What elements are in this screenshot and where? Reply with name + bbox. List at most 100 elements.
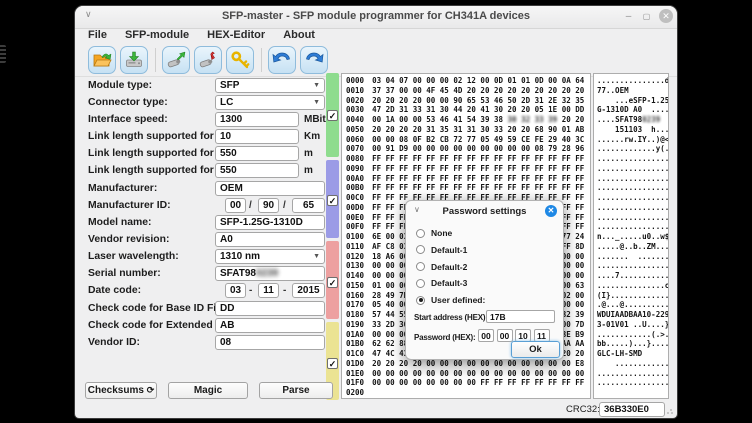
ascii-row-01D0[interactable]: ............ [597, 359, 668, 369]
ascii-row-01E0[interactable]: ................ [597, 369, 668, 379]
input-7-0[interactable]: 00 [225, 198, 246, 213]
hex-row-0200[interactable]: 0200 [346, 388, 590, 398]
ascii-row-0040[interactable]: ....SFAT980239 [597, 115, 668, 125]
ascii-row-0120[interactable]: ....... ....... [597, 252, 668, 262]
hex-row-0020[interactable]: 002020 20 20 20 00 00 90 65 53 46 50 2D … [346, 96, 590, 106]
input-6[interactable]: OEM [215, 181, 325, 196]
redo-button[interactable] [300, 46, 328, 74]
ascii-row-00D0[interactable]: ................ [597, 203, 668, 213]
hex-row-0040[interactable]: 004000 1A 00 00 53 46 41 54 39 38 30 32 … [346, 115, 590, 125]
input-4[interactable]: 550 [215, 146, 299, 161]
ascii-grid[interactable]: ...............d77..OEM ...eSFP-1.25G-13… [593, 73, 669, 399]
input-11[interactable]: SFAT980239 [215, 266, 325, 281]
hex-row-0010[interactable]: 001037 37 00 00 4F 45 4D 20 20 20 20 20 … [346, 86, 590, 96]
radio-user-defined-[interactable]: User defined: [416, 294, 485, 306]
input-9[interactable]: A0 [215, 232, 325, 247]
ascii-row-01F0[interactable]: ................ [597, 378, 668, 388]
hex-row-00A0[interactable]: 00A0FF FF FF FF FF FF FF FF FF FF FF FF … [346, 174, 590, 184]
ascii-row-0200[interactable] [597, 388, 668, 398]
region-checkbox-2[interactable]: ✓ [327, 277, 338, 288]
radio-circle[interactable] [416, 229, 425, 238]
hex-row-0050[interactable]: 005020 20 20 20 31 35 31 31 30 33 20 20 … [346, 125, 590, 135]
menu-hex-editor[interactable]: HEX-Editor [200, 28, 272, 44]
radio-circle[interactable] [416, 296, 425, 305]
menu-sfp-module[interactable]: SFP-module [118, 28, 196, 44]
save-file-button[interactable] [120, 46, 148, 74]
dropdown-0[interactable]: SFP▼ [215, 78, 325, 93]
hex-row-0030[interactable]: 003047 2D 31 33 31 30 44 20 41 30 20 20 … [346, 105, 590, 115]
ascii-row-00B0[interactable]: ................ [597, 183, 668, 193]
input-3[interactable]: 10 [215, 129, 299, 144]
radio-default-3[interactable]: Default-3 [416, 277, 467, 289]
ascii-row-0140[interactable]: ....7........... [597, 271, 668, 281]
input-15[interactable]: 08 [215, 335, 325, 350]
ascii-row-00A0[interactable]: ................ [597, 174, 668, 184]
ascii-row-0010[interactable]: 77..OEM [597, 86, 668, 96]
close-button[interactable]: ✕ [659, 9, 673, 23]
input-12-0[interactable]: 03 [225, 283, 246, 298]
input-2[interactable]: 1300 [215, 112, 299, 127]
ok-button[interactable]: Ok [511, 341, 560, 358]
input-13[interactable]: DD [215, 301, 325, 316]
hex-row-0070[interactable]: 007000 91 D9 00 00 00 00 00 00 00 00 00 … [346, 144, 590, 154]
ascii-row-0080[interactable]: ................ [597, 154, 668, 164]
ascii-row-0070[interactable]: .............y(. [597, 144, 668, 154]
ascii-row-0060[interactable]: ......rw.IY..)@< [597, 135, 668, 145]
radio-circle[interactable] [416, 245, 425, 254]
open-file-button[interactable] [88, 46, 116, 74]
ascii-row-0170[interactable]: .@...@.......... [597, 300, 668, 310]
radio-default-1[interactable]: Default-1 [416, 244, 467, 256]
ascii-row-00E0[interactable]: ................ [597, 213, 668, 223]
ascii-row-0130[interactable]: ................ [597, 261, 668, 271]
ascii-row-0190[interactable]: 3-01V01 ..U....} [597, 320, 668, 330]
hex-row-00B0[interactable]: 00B0FF FF FF FF FF FF FF FF FF FF FF FF … [346, 183, 590, 193]
resize-grip[interactable] [666, 407, 674, 415]
hex-row-0090[interactable]: 0090FF FF FF FF FF FF FF FF FF FF FF FF … [346, 164, 590, 174]
input-14[interactable]: AB [215, 318, 325, 333]
password-button[interactable] [226, 46, 254, 74]
menu-file[interactable]: File [81, 28, 114, 44]
ascii-row-0110[interactable]: .....@..b..ZM... [597, 242, 668, 252]
ascii-row-0150[interactable]: ...............c [597, 281, 668, 291]
undo-button[interactable] [268, 46, 296, 74]
checksums-button[interactable]: Checksums ⟳ [85, 382, 157, 399]
ascii-row-01C0[interactable]: GLC-LH-SMD [597, 349, 668, 359]
password-byte-1[interactable]: 00 [497, 329, 513, 342]
input-7-1[interactable]: 90 [258, 198, 279, 213]
input-8[interactable]: SFP-1.25G-1310D [215, 215, 325, 230]
hex-row-0060[interactable]: 006000 00 08 0F B2 CB 72 77 05 49 59 CE … [346, 135, 590, 145]
dropdown-10[interactable]: 1310 nm▼ [215, 249, 325, 264]
ascii-row-01B0[interactable]: bb.....)...}.... [597, 339, 668, 349]
region-checkbox-1[interactable]: ✓ [327, 195, 338, 206]
radio-circle[interactable] [416, 279, 425, 288]
password-byte-0[interactable]: 00 [478, 329, 494, 342]
magic-button[interactable]: Magic [168, 382, 248, 399]
region-checkbox-3[interactable]: ✓ [327, 358, 338, 369]
hex-row-0000[interactable]: 000003 04 07 00 00 00 02 12 00 0D 01 01 … [346, 76, 590, 86]
hex-row-01D0[interactable]: 01D020 20 20 20 00 00 00 00 00 00 00 00 … [346, 359, 590, 369]
input-7-2[interactable]: 65 [292, 198, 325, 213]
ascii-row-0050[interactable]: 151103 h... [597, 125, 668, 135]
dropdown-1[interactable]: LC▼ [215, 95, 325, 110]
ascii-row-0100[interactable]: n..._.....u0..w$ [597, 232, 668, 242]
region-checkbox-0[interactable]: ✓ [327, 110, 338, 121]
radio-none[interactable]: None [416, 227, 452, 239]
write-module-button[interactable] [194, 46, 222, 74]
input-12-2[interactable]: 2015 [292, 283, 325, 298]
ascii-row-01A0[interactable]: ............(.>. [597, 330, 668, 340]
ascii-row-0000[interactable]: ...............d [597, 76, 668, 86]
ascii-row-0020[interactable]: ...eSFP-1.25 [597, 96, 668, 106]
read-module-button[interactable] [162, 46, 190, 74]
input-5[interactable]: 550 [215, 163, 299, 178]
ascii-row-0030[interactable]: G-1310D A0 .... [597, 105, 668, 115]
ascii-row-0180[interactable]: WDUIAADBAA10-229 [597, 310, 668, 320]
input-12-1[interactable]: 11 [258, 283, 279, 298]
hex-row-0080[interactable]: 0080FF FF FF FF FF FF FF FF FF FF FF FF … [346, 154, 590, 164]
ascii-row-00C0[interactable]: ................ [597, 193, 668, 203]
minimize-button[interactable]: – [621, 9, 636, 24]
radio-circle[interactable] [416, 262, 425, 271]
crc32-input[interactable]: 36B330E0 [599, 402, 665, 417]
hex-row-01E0[interactable]: 01E000 00 00 00 00 00 00 00 00 00 00 00 … [346, 369, 590, 379]
start-address-input[interactable]: 17B [486, 310, 555, 323]
ascii-row-0090[interactable]: ................ [597, 164, 668, 174]
